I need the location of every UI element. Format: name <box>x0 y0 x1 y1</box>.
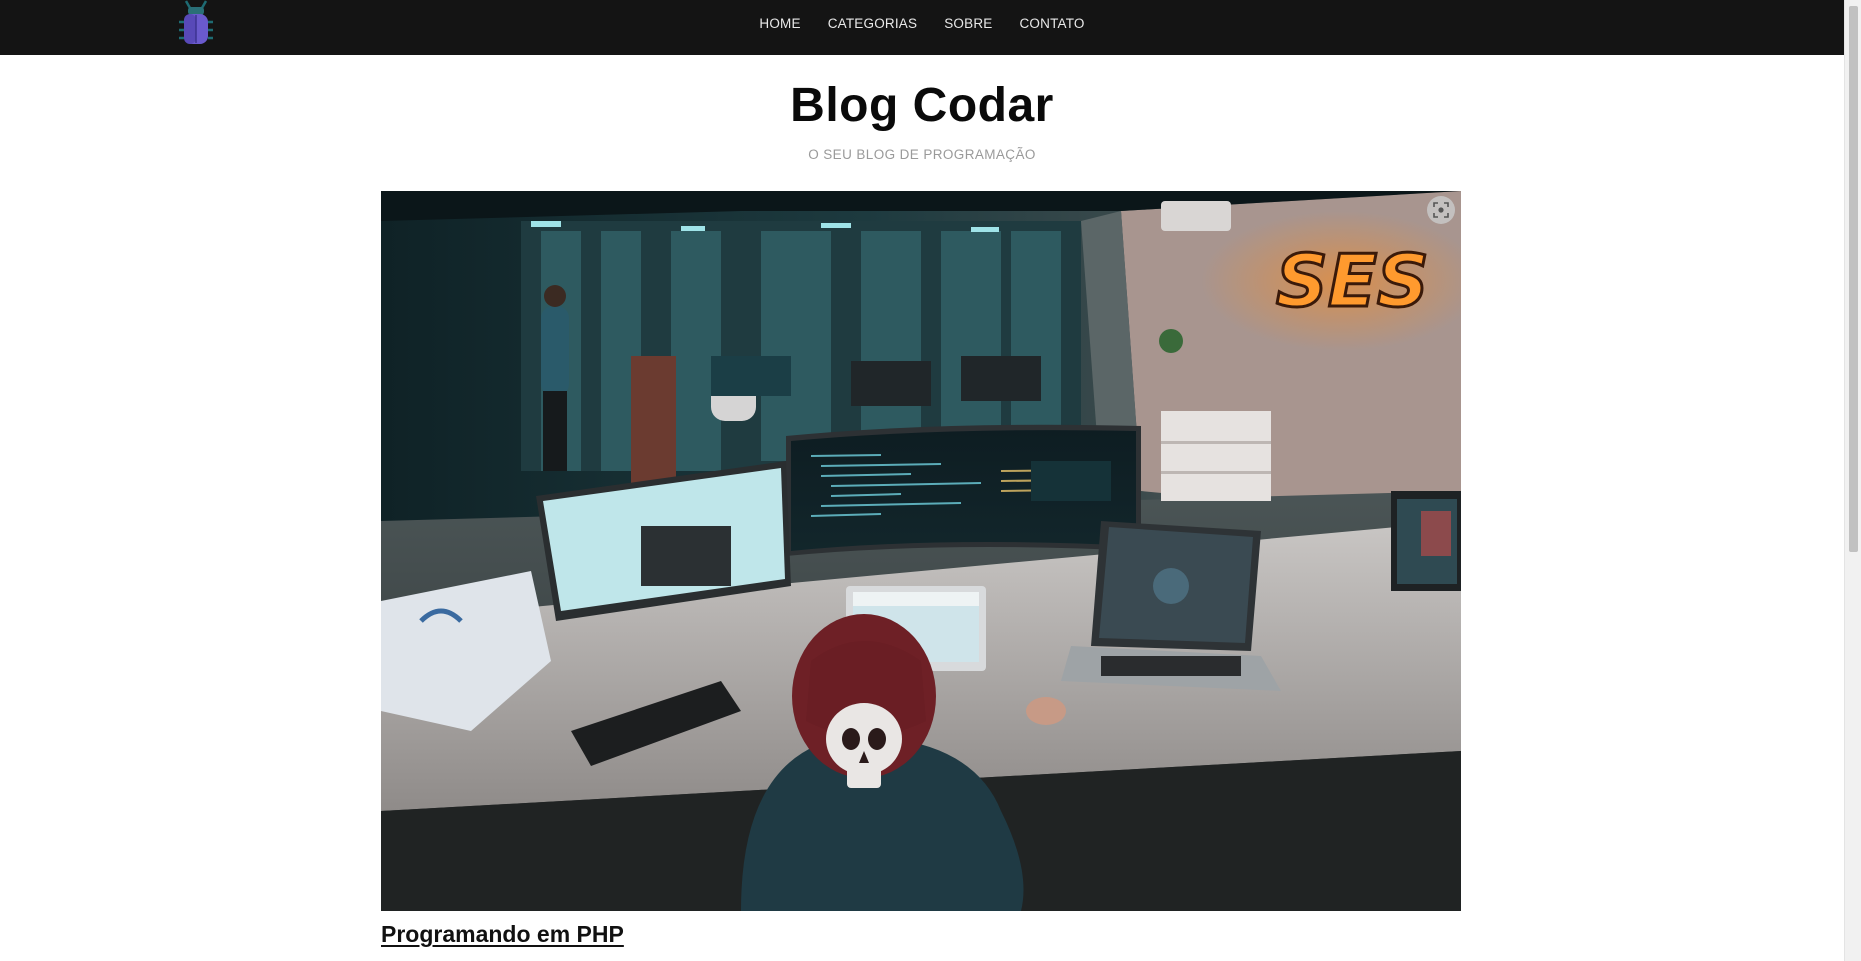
page-scrollbar[interactable] <box>1844 0 1861 961</box>
page: HOME CATEGORIAS SOBRE CONTATO Blog Codar… <box>0 0 1861 961</box>
blog-subtitle: O SEU BLOG DE PROGRAMAÇÃO <box>808 147 1036 162</box>
nav-menu: HOME CATEGORIAS SOBRE CONTATO <box>0 0 1844 55</box>
nav-sobre[interactable]: SOBRE <box>944 16 992 31</box>
blog-title: Blog Codar <box>790 79 1054 132</box>
lens-search-icon[interactable] <box>1427 196 1455 224</box>
scrollbar-thumb[interactable] <box>1849 6 1858 552</box>
post-title-link[interactable]: Programando em PHP <box>381 921 624 948</box>
hero-image[interactable]: SES <box>381 191 1461 911</box>
nav-home[interactable]: HOME <box>759 16 800 31</box>
nav-contato[interactable]: CONTATO <box>1019 16 1084 31</box>
nav-categorias[interactable]: CATEGORIAS <box>828 16 918 31</box>
navbar: HOME CATEGORIAS SOBRE CONTATO <box>0 0 1844 55</box>
neon-sign: SES <box>1276 239 1429 323</box>
